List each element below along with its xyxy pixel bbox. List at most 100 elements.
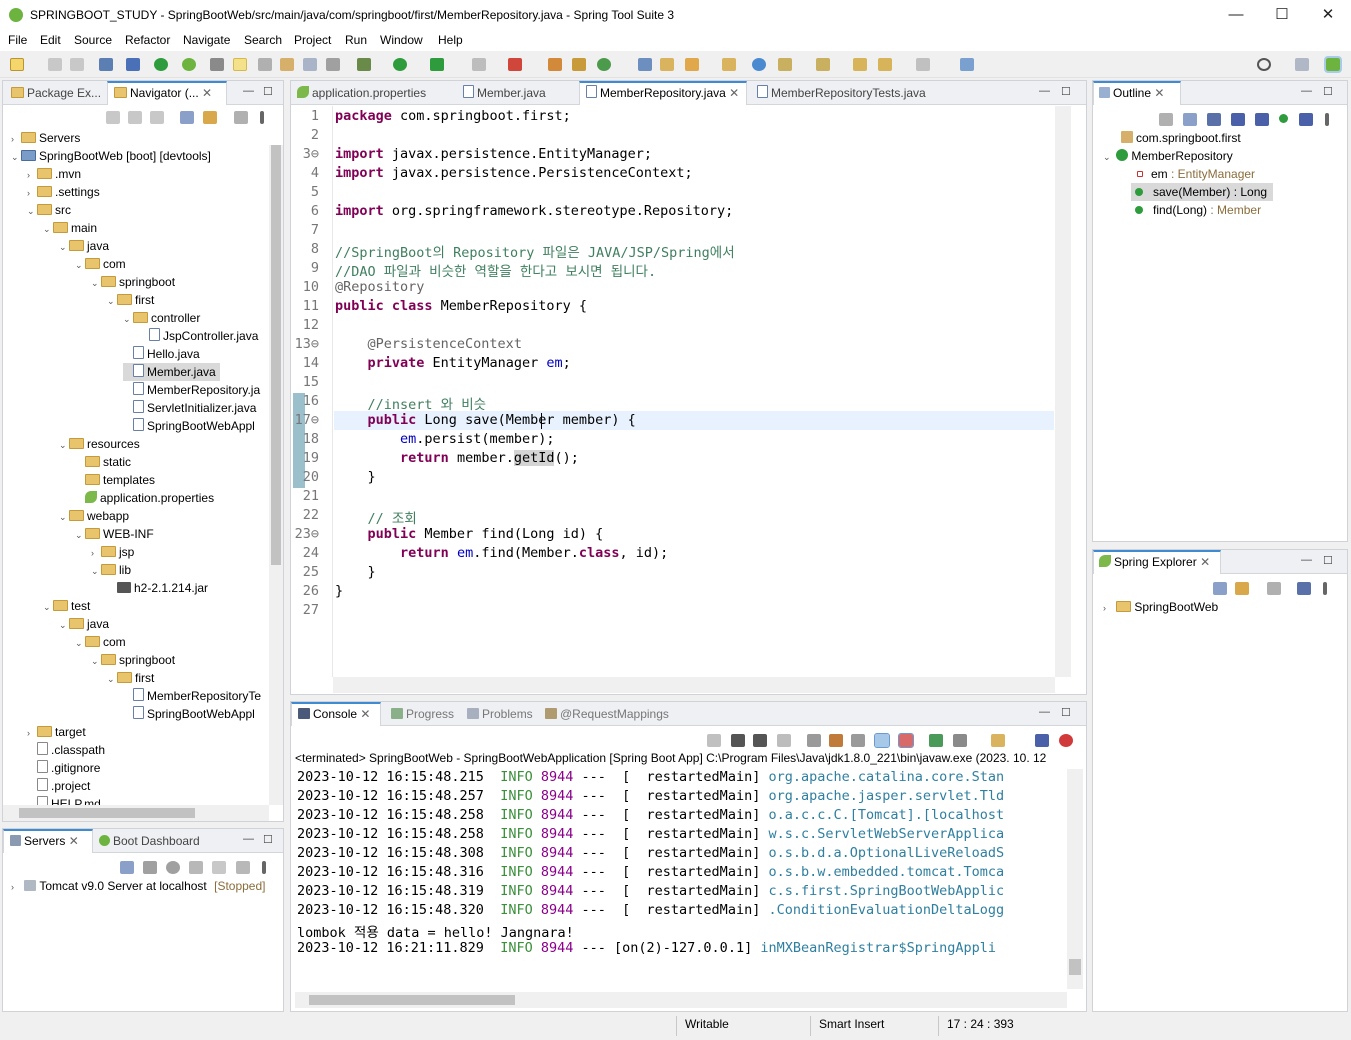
tree-item[interactable]: › .mvn bbox=[27, 165, 81, 183]
tab-navigator[interactable]: Navigator (... ✕ bbox=[107, 81, 227, 105]
collapse-icon[interactable] bbox=[1213, 582, 1227, 595]
tree-item[interactable]: › Servers bbox=[11, 129, 80, 147]
expand-icon[interactable]: ⌄ bbox=[91, 274, 101, 292]
tree-item[interactable]: ⌄ test bbox=[43, 597, 90, 615]
highlight-icon[interactable] bbox=[233, 58, 247, 71]
new-package-icon[interactable] bbox=[572, 58, 586, 71]
publish-icon[interactable] bbox=[236, 861, 250, 874]
expand-icon[interactable]: ⌄ bbox=[43, 220, 53, 238]
console-output[interactable]: 2023-10-12 16:15:48.215 INFO 8944 --- [ … bbox=[291, 769, 1067, 989]
tree-item[interactable]: › .settings bbox=[27, 183, 100, 201]
code-line[interactable]: return em.find(Member.class, id); bbox=[335, 545, 668, 561]
expand-icon[interactable]: › bbox=[1103, 599, 1113, 617]
hide-local-types-icon[interactable] bbox=[1299, 113, 1313, 126]
show-on-stdout-icon[interactable] bbox=[874, 733, 890, 748]
tree-item[interactable]: ⌄ first bbox=[107, 291, 154, 309]
minimize-icon[interactable]: — bbox=[243, 85, 254, 97]
maximize-icon[interactable]: ☐ bbox=[263, 85, 273, 98]
expand-icon[interactable]: › bbox=[27, 724, 37, 742]
expand-icon[interactable]: ⌄ bbox=[59, 616, 69, 634]
tree-item[interactable]: ⌄ com bbox=[75, 255, 126, 273]
forward-icon[interactable] bbox=[916, 58, 930, 71]
code-line[interactable]: public Long save(Member member) { bbox=[335, 412, 636, 428]
save-all-icon[interactable] bbox=[70, 58, 84, 71]
profile-server-icon[interactable] bbox=[189, 861, 203, 874]
menu-edit[interactable]: Edit bbox=[40, 33, 61, 47]
code-line[interactable]: import javax.persistence.EntityManager; bbox=[335, 146, 652, 162]
menu-project[interactable]: Project bbox=[294, 33, 331, 47]
sort-icon[interactable] bbox=[1297, 582, 1311, 595]
console-hscrollbar[interactable] bbox=[295, 992, 1067, 1008]
maximize-button[interactable]: ☐ bbox=[1259, 0, 1305, 31]
open-folder-icon[interactable] bbox=[660, 58, 674, 71]
tab-member-java[interactable]: Member.java bbox=[463, 81, 546, 105]
block-select-icon[interactable] bbox=[303, 58, 317, 71]
menu-help[interactable]: Help bbox=[438, 33, 463, 47]
expand-icon[interactable]: ⌄ bbox=[107, 670, 117, 688]
tree-vscrollbar[interactable] bbox=[269, 145, 283, 805]
open-console-icon[interactable] bbox=[991, 734, 1005, 747]
hide-nonpublic-icon[interactable] bbox=[1279, 114, 1288, 123]
expand-icon[interactable]: › bbox=[27, 184, 37, 202]
code-line[interactable]: @Repository bbox=[335, 279, 424, 295]
tree-item[interactable]: ⌄ lib bbox=[91, 561, 131, 579]
clear-console-icon[interactable] bbox=[807, 734, 821, 747]
tree-item[interactable]: SpringBootWebAppl bbox=[123, 417, 255, 435]
expand-icon[interactable]: ⌄ bbox=[107, 292, 117, 310]
focus-icon[interactable] bbox=[1159, 113, 1173, 126]
tab-boot-dashboard[interactable]: Boot Dashboard bbox=[99, 829, 200, 853]
console-line[interactable]: 2023-10-12 16:15:48.257 INFO 8944 --- [ … bbox=[297, 788, 1004, 804]
console-icon[interactable] bbox=[99, 58, 113, 71]
link-icon[interactable] bbox=[1235, 582, 1249, 595]
expand-icon[interactable]: › bbox=[11, 130, 21, 148]
view-menu-icon[interactable] bbox=[260, 111, 264, 124]
console-vscroll-thumb[interactable] bbox=[1069, 959, 1081, 975]
menu-run[interactable]: Run bbox=[345, 33, 367, 47]
stop-server-icon[interactable] bbox=[212, 861, 226, 874]
tree-item[interactable]: .classpath bbox=[27, 741, 105, 759]
forward-icon[interactable] bbox=[128, 111, 142, 124]
open-project-icon[interactable] bbox=[722, 58, 736, 71]
minimize-icon[interactable]: — bbox=[243, 833, 254, 845]
tree-item[interactable]: ⌄ controller bbox=[123, 309, 200, 327]
tab-memberrepositorytests-java[interactable]: MemberRepositoryTests.java bbox=[757, 81, 926, 105]
outline-member-find[interactable]: find(Long) : Member bbox=[1131, 201, 1261, 219]
expand-icon[interactable]: ⌄ bbox=[11, 148, 21, 166]
code-line[interactable]: private EntityManager em; bbox=[335, 355, 571, 371]
console-line[interactable]: 2023-10-12 16:15:48.308 INFO 8944 --- [ … bbox=[297, 845, 1004, 861]
code-line[interactable]: import org.springframework.stereotype.Re… bbox=[335, 203, 733, 219]
expand-icon[interactable]: ⌄ bbox=[91, 652, 101, 670]
spring-icon[interactable] bbox=[182, 58, 196, 71]
code-line[interactable]: @PersistenceContext bbox=[335, 336, 522, 352]
boot-dashboard-icon[interactable] bbox=[154, 58, 168, 71]
debug-icon[interactable] bbox=[357, 58, 371, 71]
search-icon[interactable] bbox=[1257, 58, 1271, 71]
menu-file[interactable]: File bbox=[8, 33, 27, 47]
tree-item[interactable]: templates bbox=[75, 471, 155, 489]
globe-icon[interactable] bbox=[752, 58, 766, 71]
maximize-icon[interactable]: ☐ bbox=[1061, 706, 1071, 719]
console-line[interactable]: 2023-10-12 16:15:48.215 INFO 8944 --- [ … bbox=[297, 769, 1004, 785]
open-type-icon[interactable] bbox=[638, 58, 652, 71]
tab-memberrepository-java[interactable]: MemberRepository.java ✕ bbox=[579, 81, 747, 105]
maximize-icon[interactable]: ☐ bbox=[1323, 554, 1333, 567]
view-menu-icon[interactable] bbox=[1325, 113, 1329, 126]
spring-explorer-project[interactable]: › SpringBootWeb bbox=[1103, 598, 1218, 616]
new-spring-icon[interactable] bbox=[597, 58, 611, 71]
code-line[interactable]: package com.springboot.first; bbox=[335, 108, 571, 124]
code-editor[interactable]: 1 package com.springboot.first; 2 3⊖ import … bbox=[291, 108, 1051, 668]
tree-item[interactable]: › target bbox=[27, 723, 86, 741]
word-wrap-icon[interactable] bbox=[851, 734, 865, 747]
tree-vscroll-thumb[interactable] bbox=[271, 145, 281, 565]
tree-item[interactable]: h2-2.1.214.jar bbox=[107, 579, 208, 597]
collapse-icon[interactable] bbox=[1183, 113, 1197, 126]
debug-server-icon[interactable] bbox=[143, 861, 157, 874]
remove-launch-icon[interactable] bbox=[731, 734, 745, 747]
server-row[interactable]: › Tomcat v9.0 Server at localhost [Stopp… bbox=[11, 877, 265, 895]
tree-item[interactable]: .project bbox=[27, 777, 90, 795]
tab-package-explorer[interactable]: Package Ex... bbox=[11, 81, 101, 105]
filter-icon[interactable] bbox=[1267, 582, 1281, 595]
tree-item[interactable]: ⌄ java bbox=[59, 615, 109, 633]
menu-window[interactable]: Window bbox=[380, 33, 423, 47]
remove-all-icon[interactable] bbox=[753, 734, 767, 747]
